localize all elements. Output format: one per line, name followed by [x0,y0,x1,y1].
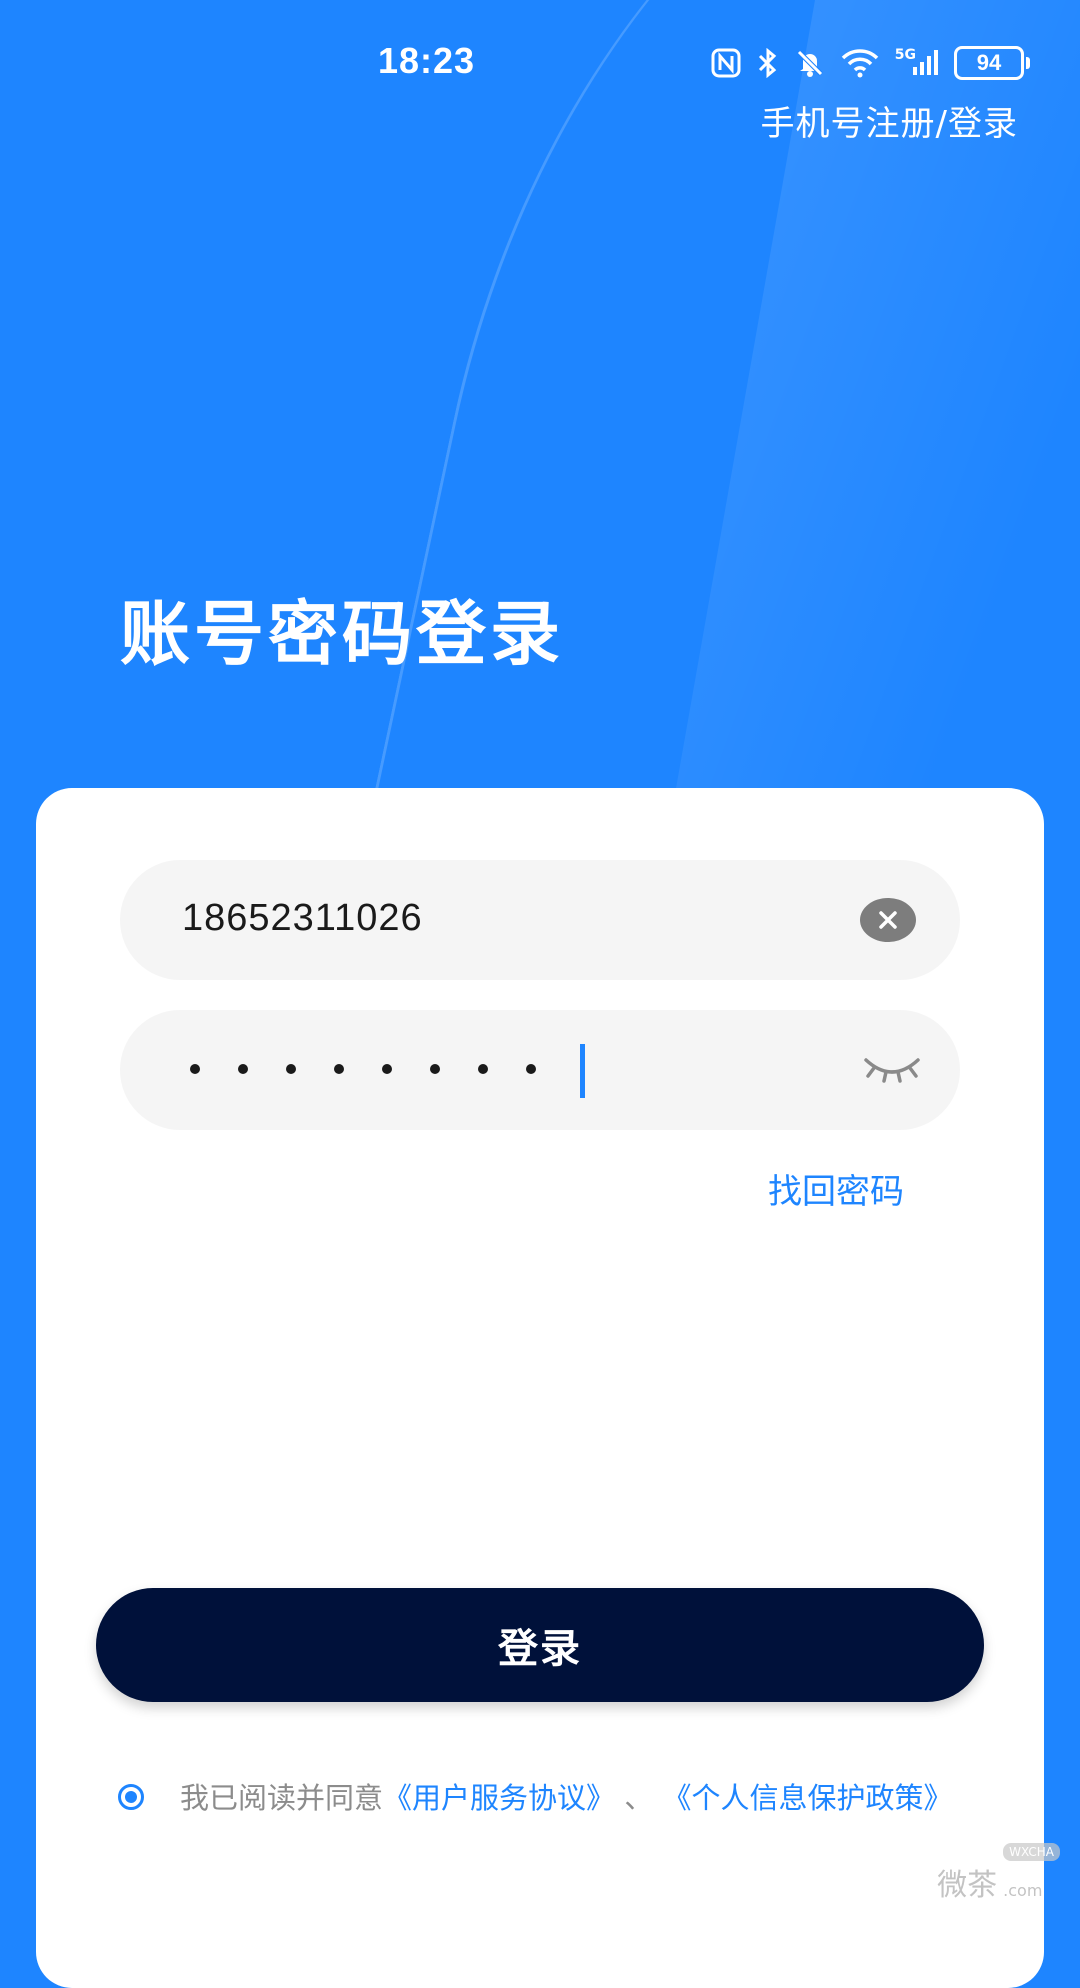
password-masked-value[interactable] [190,1054,536,1084]
password-dot [190,1064,200,1074]
phone-register-login-link[interactable]: 手机号注册/登录 [761,96,1018,145]
forgot-password-link[interactable]: 找回密码 [768,1164,904,1213]
agreement-prefix: 我已阅读并同意 [180,1781,384,1815]
login-card: 18652311026 找回密码 登录 我已阅读并同意《用户服务协议》 、 《个… [36,788,1044,1988]
password-dot [334,1064,344,1074]
network-type: 5G [894,47,916,63]
battery-icon: 94 [954,46,1030,80]
password-dot [286,1064,296,1074]
bluetooth-icon [757,47,779,79]
password-dot [430,1064,440,1074]
agreement-radio[interactable] [118,1784,144,1810]
user-agreement-link[interactable]: 《用户服务协议》 [383,1781,615,1815]
password-field[interactable] [120,1010,960,1130]
wifi-icon [841,47,879,79]
text-cursor [580,1044,585,1098]
privacy-policy-link[interactable]: 《个人信息保护政策》 [662,1781,952,1815]
cellular-signal-icon: 5G [895,47,938,79]
eye-closed-icon[interactable] [860,1050,924,1090]
login-button[interactable]: 登录 [96,1588,984,1702]
agreement-separator: 、 [624,1781,654,1815]
watermark-domain: .com [1003,1881,1043,1900]
page-title: 账号密码登录 [120,593,564,675]
password-dot [526,1064,536,1074]
agreement-text: 我已阅读并同意《用户服务协议》 、 《个人信息保护政策》 [180,1780,1020,1816]
password-dot [238,1064,248,1074]
password-dot [478,1064,488,1074]
battery-level: 94 [976,50,1002,75]
watermark-text: 微茶 [937,1868,998,1903]
status-icons: 5G 94 [711,46,1030,80]
mute-bell-icon [795,47,825,79]
status-time: 18:23 [378,40,476,81]
clear-icon[interactable] [860,898,916,942]
watermark-badge: WXCHA [1003,1843,1060,1861]
account-field[interactable]: 18652311026 [120,860,960,980]
nfc-icon [711,47,741,79]
account-input-value[interactable]: 18652311026 [182,897,423,940]
watermark: 微茶 WXCHA .com [937,1843,1060,1904]
password-dot [382,1064,392,1074]
